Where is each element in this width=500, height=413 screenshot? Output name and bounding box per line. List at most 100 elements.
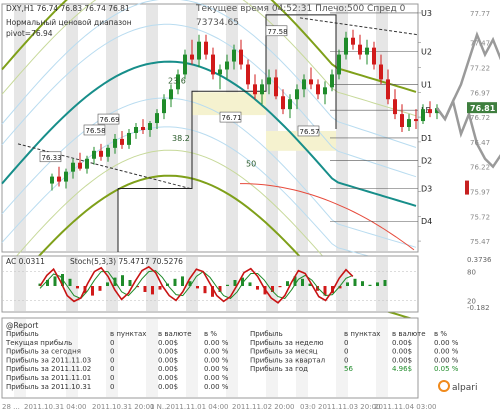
candle-body [218, 69, 222, 75]
report-currency: в валюте [158, 330, 192, 338]
report-row-label: Прибыль за неделю [250, 339, 324, 347]
y-tick-label: 75.97 [470, 188, 490, 196]
candle-body [288, 99, 292, 110]
candle-body [197, 41, 201, 60]
candle-body [113, 138, 117, 148]
report-row-label: Прибыль за квартал [250, 356, 325, 364]
report-row-label: Прибыль за 2011.11.01 [6, 374, 91, 382]
candle-body [407, 119, 411, 128]
report-row-label: Прибыль за 2011.11.02 [6, 365, 91, 373]
candle-body [155, 113, 159, 124]
candle-body [246, 64, 250, 85]
candle-body [106, 147, 110, 157]
candle-body [421, 109, 425, 122]
ac-bar [158, 286, 162, 290]
ac-bar [286, 281, 289, 286]
time-axis-label: 2011.11.03 20:00 [318, 403, 380, 411]
report-pct: 0.00 % [434, 356, 459, 364]
ac-bar [121, 275, 124, 286]
report-currency: 0.00$ [158, 348, 178, 356]
report-points: 0 [344, 339, 348, 347]
report-currency: 0.00$ [392, 356, 412, 364]
candle-body [309, 79, 313, 85]
oscillator-tick-label: 80 [467, 269, 476, 277]
candle-body [57, 176, 61, 182]
ac-bar [68, 278, 72, 286]
candle-body [239, 49, 243, 65]
y-tick-label: 77.77 [470, 10, 490, 18]
report-points: 56 [344, 365, 353, 373]
candle-body [260, 84, 264, 95]
ac-bar [301, 278, 304, 286]
report-points: в пунктах [344, 330, 380, 338]
session-band [266, 5, 278, 251]
ac-bar [143, 286, 147, 292]
report-pct: 0.00 % [204, 356, 229, 364]
candle-body [127, 132, 131, 145]
ac-bar [278, 286, 282, 288]
report-currency: 4.96$ [392, 365, 412, 373]
report-pct: 0.00 % [204, 374, 229, 382]
ac-bar [53, 276, 57, 286]
y-tick-label: 76.97 [470, 89, 490, 97]
candle-body [183, 54, 187, 75]
candle-body [134, 127, 138, 133]
report-currency: 0.00$ [158, 339, 178, 347]
ac-bar [353, 278, 357, 286]
report-row-label: Прибыль [250, 330, 283, 338]
time-axis-label: 2011.10.31 04:00 [24, 403, 86, 411]
candle-body [92, 150, 96, 159]
ac-bar [361, 281, 364, 286]
candle-body [295, 89, 299, 100]
candle-body [148, 123, 152, 130]
chart-header: DXY,H1 76.74 76.83 76.74 76.81 [6, 4, 130, 13]
candle-body [267, 77, 271, 85]
price-label: 76.71 [222, 114, 242, 122]
fib-label: 50 [246, 160, 256, 169]
level-label-d1: D1 [421, 134, 432, 143]
oscillator-tick-label: 0.3736 [467, 256, 492, 264]
ac-bar [256, 286, 259, 290]
balance-value: 73734.65 [196, 18, 239, 28]
level-label-d2: D2 [421, 157, 432, 166]
ac-bar [376, 282, 379, 286]
report-currency: 0.00$ [158, 365, 178, 373]
candle-body [162, 99, 166, 114]
candle-body [428, 109, 432, 114]
report-points: 0 [110, 348, 114, 356]
report-currency: 0.00$ [158, 356, 178, 364]
report-points: 0 [110, 356, 114, 364]
session-band [376, 5, 388, 251]
candle-body [358, 44, 362, 55]
y-tick-label: 75.72 [470, 213, 490, 221]
time-axis-label: 2011.11.01 04:00 [166, 403, 228, 411]
time-axis-label: 03:0 [300, 403, 316, 411]
range-note: Нормальный ценовой диапазон [6, 18, 132, 27]
y-tick-label: 77.22 [470, 64, 490, 72]
report-points: 0 [110, 383, 114, 391]
candle-body [386, 79, 390, 100]
bid-price-label: 76.81 [470, 104, 496, 113]
report-row-label: Прибыль за 2011.10.31 [6, 383, 91, 391]
report-pct: в % [204, 330, 217, 338]
ac-bar [76, 286, 79, 289]
session-band [14, 5, 26, 251]
level-label-u3: U3 [421, 9, 432, 18]
candle-body [281, 96, 285, 110]
candle-body [232, 49, 236, 62]
ac-bar [106, 282, 109, 286]
session-band [66, 5, 78, 251]
candle-body [316, 84, 320, 95]
report-row-label: Текущая прибыль [5, 339, 72, 347]
report-pct: 0.00 % [204, 383, 229, 391]
candle-body [50, 176, 54, 184]
y-tick-label: 77.47 [470, 40, 490, 48]
level-label-d3: D3 [421, 185, 432, 194]
fib-label: 23.6 [168, 76, 186, 85]
report-currency: 0.00$ [392, 339, 412, 347]
ac-bar [368, 284, 372, 286]
report-row-label: Прибыль за месяц [250, 348, 318, 356]
right-edge-marker [465, 180, 469, 195]
candle-body [141, 127, 145, 130]
candle-body [365, 47, 369, 55]
